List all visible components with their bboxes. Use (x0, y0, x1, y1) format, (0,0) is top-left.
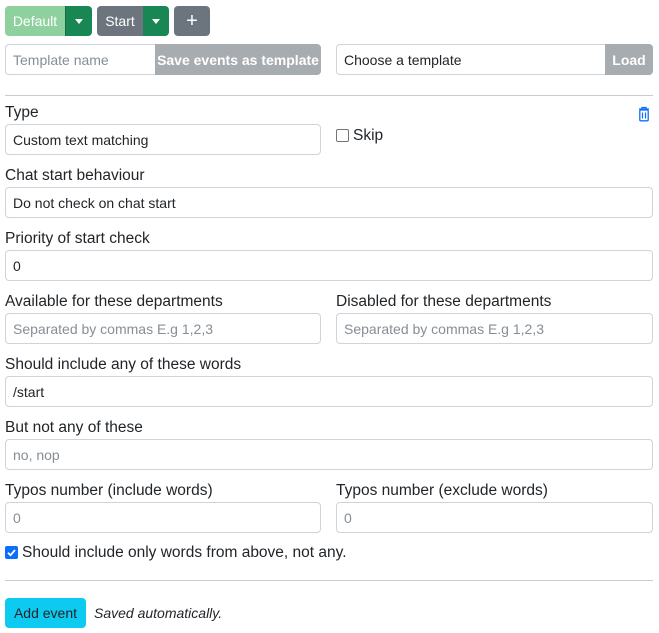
save-template-label: Save events as template (157, 51, 319, 68)
chat-start-label: Chat start behaviour (5, 167, 145, 184)
add-button[interactable]: + (174, 6, 210, 36)
typos-include-placeholder: 0 (13, 509, 21, 526)
type-select[interactable]: Custom text matching (5, 124, 321, 155)
add-event-label: Add event (13, 605, 78, 621)
include-words-value: /start (13, 383, 45, 400)
plus-icon: + (186, 9, 198, 32)
available-departments-input[interactable]: Separated by commas E.g 1,2,3 (5, 313, 321, 344)
trash-icon[interactable] (637, 106, 651, 122)
type-value: Custom text matching (13, 131, 149, 148)
chevron-down-icon (75, 18, 83, 24)
only-words-label: Should include only words from above, no… (22, 544, 347, 561)
divider (5, 580, 653, 581)
chat-start-value: Do not check on chat start (13, 194, 176, 211)
save-template-button[interactable]: Save events as template (155, 44, 321, 75)
chat-start-select[interactable]: Do not check on chat start (5, 187, 653, 218)
chevron-down-icon (152, 18, 160, 24)
choose-template-select[interactable]: Choose a template (336, 44, 608, 75)
typos-exclude-placeholder: 0 (344, 509, 352, 526)
load-button[interactable]: Load (605, 44, 653, 75)
save-status-text: Saved automatically. (94, 605, 223, 621)
disabled-departments-placeholder: Separated by commas E.g 1,2,3 (344, 320, 544, 337)
template-name-placeholder: Template name (13, 51, 109, 68)
exclude-words-placeholder: no, nop (13, 446, 60, 463)
choose-template-value: Choose a template (344, 51, 462, 68)
start-button-label: Start (105, 13, 135, 29)
start-button[interactable]: Start (97, 6, 143, 36)
default-button-label: Default (12, 13, 58, 29)
priority-value: 0 (13, 257, 21, 274)
typos-include-label: Typos number (include words) (5, 482, 213, 499)
default-dropdown-toggle[interactable] (65, 6, 92, 36)
template-name-input[interactable]: Template name (5, 44, 157, 75)
divider (5, 95, 653, 96)
available-departments-placeholder: Separated by commas E.g 1,2,3 (13, 320, 213, 337)
typos-include-input[interactable]: 0 (5, 502, 321, 533)
include-words-input[interactable]: /start (5, 376, 653, 407)
exclude-words-label: But not any of these (5, 419, 143, 436)
available-departments-label: Available for these departments (5, 293, 223, 310)
include-words-label: Should include any of these words (5, 356, 242, 373)
add-event-button[interactable]: Add event (5, 598, 86, 628)
exclude-words-input[interactable]: no, nop (5, 439, 653, 470)
typos-exclude-input[interactable]: 0 (336, 502, 653, 533)
skip-checkbox[interactable] (336, 129, 349, 142)
typos-exclude-label: Typos number (exclude words) (336, 482, 548, 499)
check-icon (7, 549, 16, 557)
priority-label: Priority of start check (5, 230, 150, 247)
default-button[interactable]: Default (5, 6, 65, 36)
start-dropdown-toggle[interactable] (143, 6, 169, 36)
skip-label: Skip (353, 127, 384, 144)
type-label: Type (5, 104, 39, 121)
disabled-departments-label: Disabled for these departments (336, 293, 552, 310)
load-label: Load (612, 51, 646, 68)
priority-input[interactable]: 0 (5, 250, 653, 281)
disabled-departments-input[interactable]: Separated by commas E.g 1,2,3 (336, 313, 653, 344)
only-words-checkbox[interactable] (5, 546, 18, 559)
